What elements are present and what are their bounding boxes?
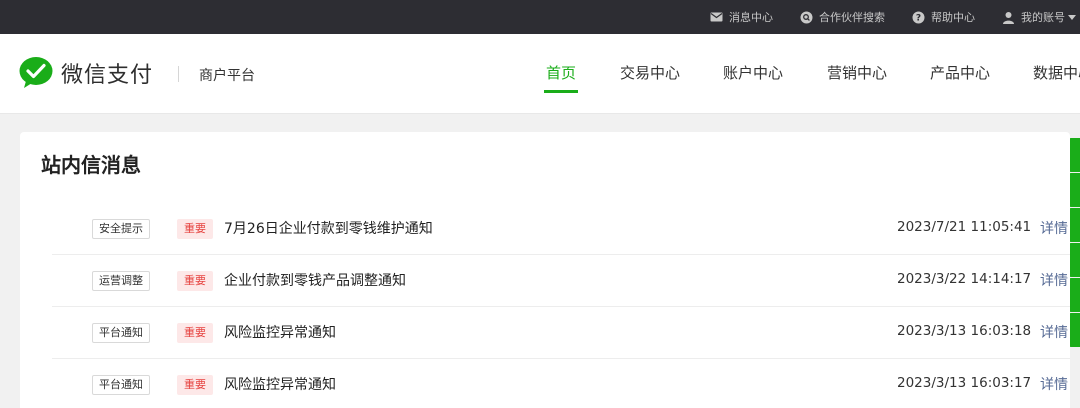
detail-link[interactable]: 详情: [1040, 218, 1068, 238]
messages-title: 站内信消息: [41, 153, 141, 177]
message-category: 安全提示: [92, 219, 150, 239]
help-icon: ?: [911, 10, 925, 24]
side-tab-1[interactable]: [1069, 138, 1080, 172]
my-account-label: 我的账号: [1021, 11, 1065, 24]
message-category: 平台通知: [92, 375, 150, 395]
message-center-link[interactable]: 消息中心: [709, 9, 773, 25]
main-nav: 首页 交易中心 账户中心 营销中心 产品中心 数据中心: [0, 34, 1080, 114]
message-center-label: 消息中心: [729, 11, 773, 24]
detail-link[interactable]: 详情: [1040, 270, 1068, 290]
message-category: 平台通知: [92, 323, 150, 343]
site-header: 微信支付 商户平台 首页 交易中心 账户中心 营销中心 产品中心 数据中心: [0, 34, 1080, 114]
detail-link[interactable]: 详情: [1040, 374, 1068, 394]
message-row: 平台通知 重要 风险监控异常通知 2023/3/13 16:03:18 详情: [52, 307, 1070, 359]
message-time: 2023/7/21 11:05:41: [897, 219, 1032, 235]
user-icon: [1001, 10, 1015, 24]
partner-search-label: 合作伙伴搜索: [819, 11, 885, 24]
message-subject[interactable]: 风险监控异常通知: [224, 322, 336, 342]
side-tab-5[interactable]: [1069, 278, 1080, 312]
help-center-link[interactable]: ? 帮助中心: [911, 9, 975, 25]
top-links: 消息中心 合作伙伴搜索 ? 帮助中心 我的账号: [709, 0, 1080, 34]
search-circle-icon: [799, 10, 813, 24]
detail-link[interactable]: 详情: [1040, 322, 1068, 342]
message-row: 平台通知 重要 风险监控异常通知 2023/3/13 16:03:17 详情: [52, 359, 1070, 408]
nav-marketing-center[interactable]: 营销中心: [827, 62, 887, 83]
my-account-link[interactable]: 我的账号: [1001, 9, 1076, 25]
partner-search-link[interactable]: 合作伙伴搜索: [799, 9, 885, 25]
message-time: 2023/3/13 16:03:17: [897, 375, 1032, 391]
message-time: 2023/3/13 16:03:18: [897, 323, 1032, 339]
nav-data-center[interactable]: 数据中心: [1033, 62, 1080, 83]
important-badge: 重要: [177, 219, 213, 239]
important-badge: 重要: [177, 375, 213, 395]
message-category: 运营调整: [92, 271, 150, 291]
message-row: 安全提示 重要 7月26日企业付款到零钱维护通知 2023/7/21 11:05…: [52, 203, 1070, 255]
message-subject[interactable]: 企业付款到零钱产品调整通知: [224, 270, 406, 290]
nav-active-indicator: [544, 90, 578, 93]
important-badge: 重要: [177, 271, 213, 291]
message-time: 2023/3/22 14:14:17: [897, 271, 1032, 287]
caret-down-icon: [1068, 10, 1076, 24]
messages-card: 站内信消息 安全提示 重要 7月26日企业付款到零钱维护通知 2023/7/21…: [20, 132, 1070, 408]
mail-icon: [709, 10, 723, 24]
nav-product-center[interactable]: 产品中心: [930, 62, 990, 83]
message-subject[interactable]: 风险监控异常通知: [224, 374, 336, 394]
nav-trade-center[interactable]: 交易中心: [620, 62, 680, 83]
side-tab-4[interactable]: [1069, 243, 1080, 277]
help-center-label: 帮助中心: [931, 11, 975, 24]
top-utility-bar: 消息中心 合作伙伴搜索 ? 帮助中心 我的账号: [0, 0, 1080, 34]
nav-account-center[interactable]: 账户中心: [723, 62, 783, 83]
nav-home[interactable]: 首页: [546, 62, 576, 83]
svg-text:?: ?: [915, 13, 920, 23]
message-row: 运营调整 重要 企业付款到零钱产品调整通知 2023/3/22 14:14:17…: [52, 255, 1070, 307]
side-tab-3[interactable]: [1069, 208, 1080, 242]
important-badge: 重要: [177, 323, 213, 343]
side-tab-6[interactable]: [1069, 313, 1080, 347]
message-subject[interactable]: 7月26日企业付款到零钱维护通知: [224, 218, 433, 238]
side-tab-2[interactable]: [1069, 173, 1080, 207]
side-float-tabs: [1069, 138, 1080, 347]
